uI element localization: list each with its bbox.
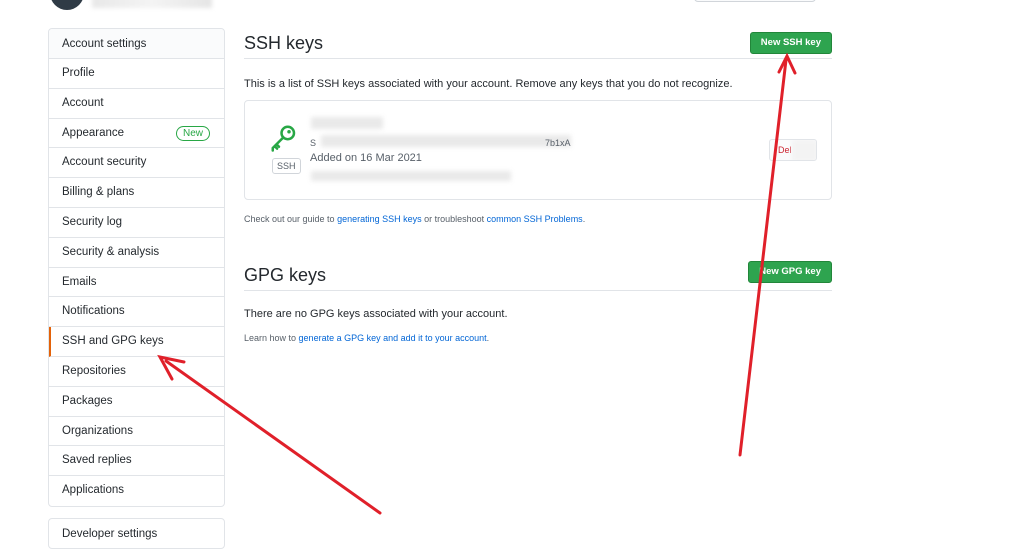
- sidebar-item-developer-settings[interactable]: Developer settings: [48, 518, 225, 549]
- generating-ssh-keys-link[interactable]: generating SSH keys: [337, 214, 422, 224]
- avatar[interactable]: [50, 0, 84, 10]
- sidebar-item-security-analysis[interactable]: Security & analysis: [49, 238, 224, 268]
- sidebar-item-label: Applications: [62, 484, 125, 497]
- sidebar-item-label: Emails: [62, 275, 97, 288]
- key-icon: [271, 125, 296, 152]
- ssh-guide-text: Check out our guide to generating SSH ke…: [244, 214, 585, 224]
- username-redacted: [92, 0, 212, 8]
- generate-gpg-key-link[interactable]: generate a GPG key and add it to your ac…: [299, 333, 487, 343]
- sidebar-item-label: Profile: [62, 67, 95, 79]
- sidebar-item-label: Saved replies: [62, 454, 132, 467]
- sidebar-item-label: Appearance: [62, 126, 125, 139]
- sidebar-item-applications[interactable]: Applications: [49, 476, 224, 506]
- sidebar-item-label: Developer settings: [62, 528, 158, 540]
- sidebar-item-label: Security & analysis: [62, 245, 160, 258]
- sidebar-header: Account settings: [49, 29, 224, 59]
- gpg-learn-suffix: .: [486, 333, 490, 343]
- ssh-section-header: SSH keys New SSH key: [244, 28, 832, 59]
- sidebar-item-account-security[interactable]: Account security: [49, 148, 224, 179]
- ssh-guide-prefix: Check out our guide to: [244, 214, 338, 224]
- header-button[interactable]: [694, 0, 816, 2]
- new-gpg-key-button[interactable]: New GPG key: [748, 261, 832, 283]
- settings-sidebar: Account settings Profile Account Appeara…: [48, 28, 225, 507]
- sidebar-item-account[interactable]: Account: [49, 89, 224, 119]
- sidebar-item-ssh-gpg-keys[interactable]: SSH and GPG keys: [49, 327, 224, 357]
- sidebar-item-label: Security log: [62, 215, 123, 228]
- new-badge: New: [175, 125, 210, 141]
- ssh-description: This is a list of SSH keys associated wi…: [244, 78, 733, 90]
- sidebar-item-security-log[interactable]: Security log: [49, 208, 224, 238]
- gpg-learn-prefix: Learn how to: [244, 333, 299, 343]
- sidebar-item-label: Account: [62, 96, 104, 109]
- sidebar-item-notifications[interactable]: Notifications: [49, 297, 224, 328]
- sidebar-item-emails[interactable]: Emails: [49, 268, 224, 298]
- gpg-empty-text: There are no GPG keys associated with yo…: [244, 308, 508, 320]
- sidebar-item-organizations[interactable]: Organizations: [49, 417, 224, 447]
- new-ssh-key-button[interactable]: New SSH key: [749, 32, 832, 54]
- sidebar-item-appearance[interactable]: Appearance New: [49, 119, 224, 149]
- key-last-used-redacted: [311, 171, 511, 181]
- key-fingerprint-redacted: [321, 135, 571, 147]
- sidebar-item-saved-replies[interactable]: Saved replies: [49, 446, 224, 477]
- key-fingerprint-prefix: S: [310, 138, 317, 148]
- sidebar-item-label: Repositories: [62, 364, 126, 377]
- key-title-redacted: [311, 117, 383, 129]
- gpg-learn-text: Learn how to generate a GPG key and add …: [244, 333, 489, 343]
- sidebar-item-label: SSH and GPG keys: [62, 335, 164, 348]
- common-ssh-problems-link[interactable]: common SSH Problems: [487, 214, 583, 224]
- delete-ssh-key-button[interactable]: Del: [769, 139, 817, 161]
- key-fingerprint-suffix: 7b1xA: [545, 138, 571, 148]
- ssh-keys-title: SSH keys: [244, 33, 324, 53]
- sidebar-item-label: Organizations: [62, 424, 133, 437]
- ssh-guide-suffix: .: [582, 214, 586, 224]
- sidebar-item-billing[interactable]: Billing & plans: [49, 178, 224, 208]
- main-content: SSH keys New SSH key This is a list of S…: [244, 28, 832, 343]
- delete-label: Del: [778, 145, 792, 155]
- sidebar-item-packages[interactable]: Packages: [49, 387, 224, 417]
- ssh-key-item: SSH S 7b1xA Added on 16 Mar 2021 Del: [244, 100, 832, 200]
- sidebar-item-repositories[interactable]: Repositories: [49, 357, 224, 387]
- sidebar-item-label: Packages: [62, 394, 113, 407]
- sidebar-item-label: Notifications: [62, 305, 125, 318]
- sidebar-item-label: Billing & plans: [62, 186, 135, 199]
- sidebar-item-label: Account security: [62, 156, 147, 169]
- gpg-section-header: GPG keys New GPG key: [244, 260, 832, 291]
- ssh-guide-middle: or troubleshoot: [421, 214, 487, 224]
- gpg-keys-title: GPG keys: [244, 265, 327, 285]
- ssh-key-type-tag: SSH: [272, 158, 301, 174]
- key-added-date: Added on 16 Mar 2021: [310, 152, 422, 164]
- sidebar-item-profile[interactable]: Profile: [49, 59, 224, 89]
